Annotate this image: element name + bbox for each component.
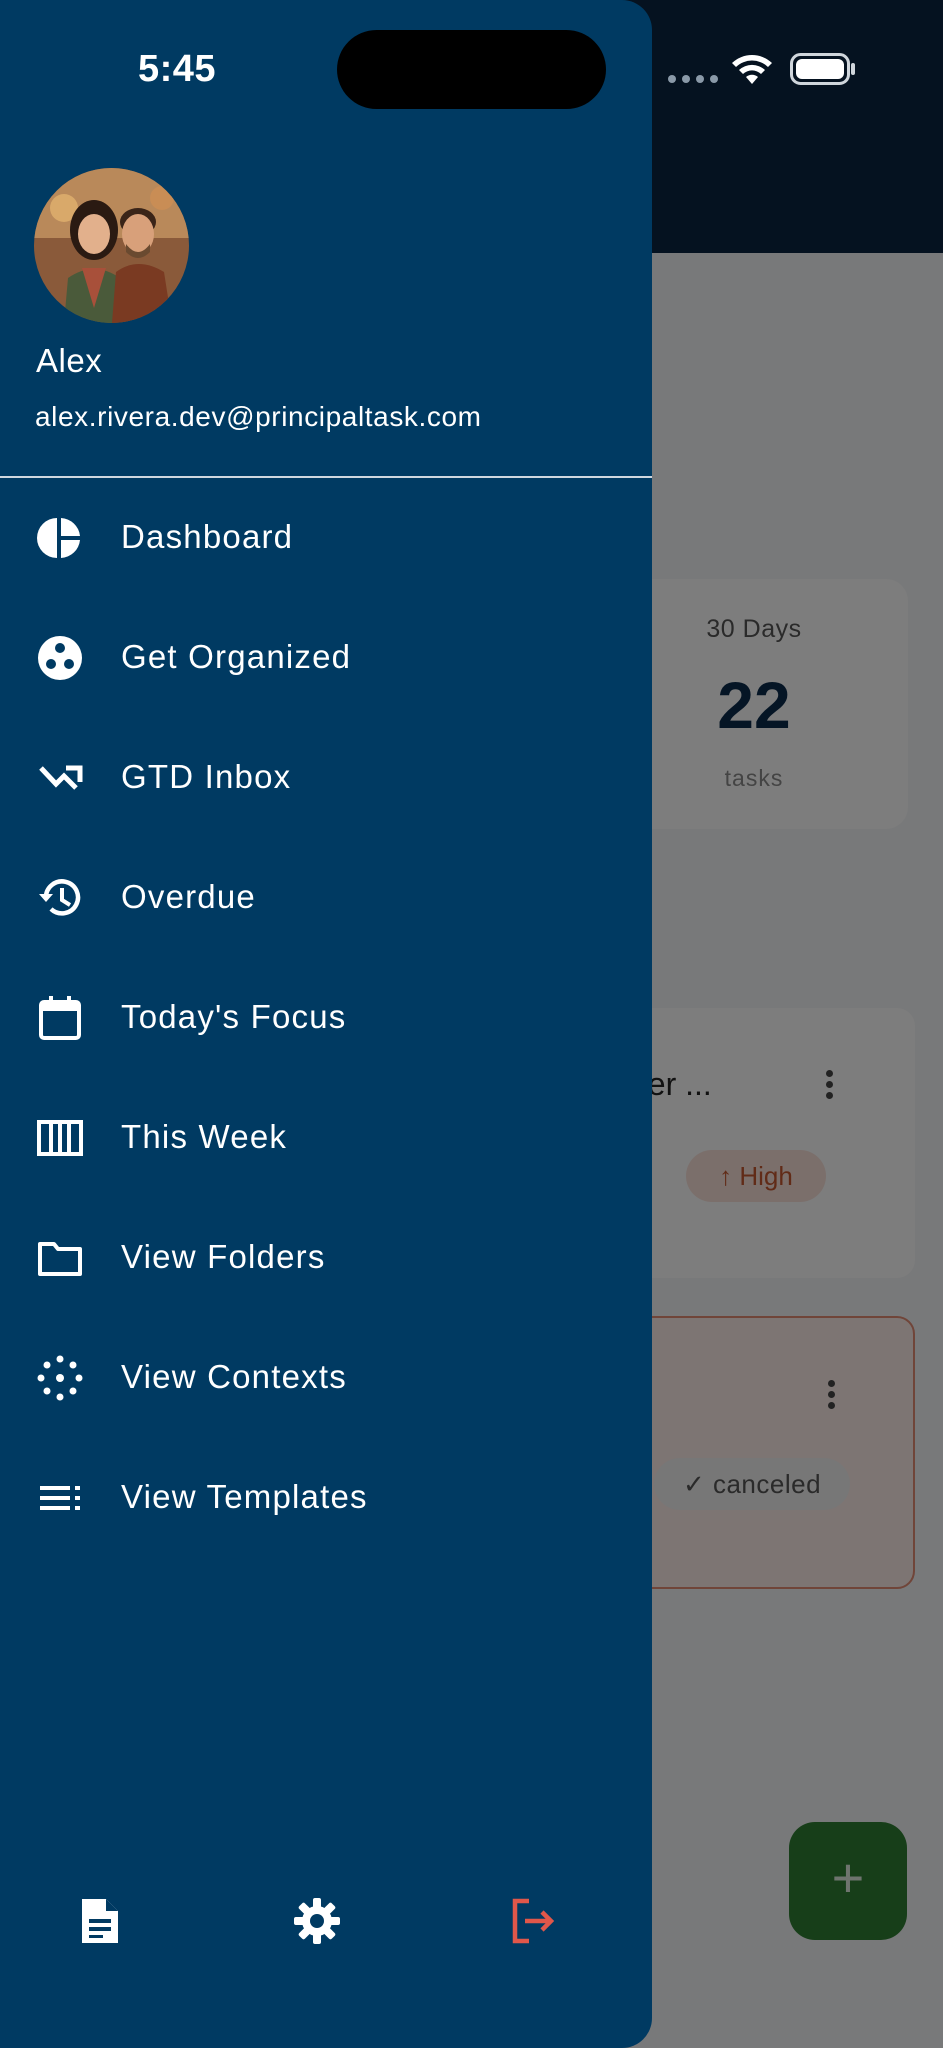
contexts-icon — [37, 1355, 83, 1401]
avatar[interactable] — [34, 168, 189, 323]
menu-item-view-contexts[interactable]: View Contexts — [0, 1330, 652, 1426]
menu-item-view-folders[interactable]: View Folders — [0, 1210, 652, 1306]
menu-item-overdue[interactable]: Overdue — [0, 850, 652, 946]
document-icon[interactable] — [74, 1895, 126, 1947]
menu-label: GTD Inbox — [121, 758, 292, 795]
menu-item-dashboard[interactable]: Dashboard — [0, 490, 652, 586]
menu-label: This Week — [121, 1118, 288, 1155]
signal-icon — [668, 75, 718, 83]
inbox-arrow-icon — [39, 765, 83, 790]
menu-label: View Folders — [121, 1238, 326, 1275]
divider — [0, 476, 652, 478]
menu-label: Dashboard — [121, 518, 294, 555]
dynamic-island — [337, 30, 606, 109]
menu-item-todays-focus[interactable]: Today's Focus — [0, 970, 652, 1066]
logout-icon[interactable] — [507, 1895, 559, 1947]
status-time: 5:45 — [138, 48, 217, 90]
user-email: alex.rivera.dev@principaltask.com — [35, 401, 482, 432]
folder-icon — [38, 1242, 82, 1276]
navigation-drawer: 5:45 Alex alex.rivera.dev@principaltask.… — [0, 0, 652, 2048]
organize-icon — [38, 636, 82, 680]
menu-label: Today's Focus — [121, 998, 347, 1035]
history-icon — [39, 879, 81, 916]
menu-label: View Templates — [121, 1478, 368, 1515]
user-name: Alex — [36, 342, 103, 379]
templates-icon — [40, 1486, 80, 1510]
menu-label: Get Organized — [121, 638, 352, 675]
menu-item-gtd-inbox[interactable]: GTD Inbox — [0, 730, 652, 826]
battery-icon — [790, 53, 855, 85]
calendar-icon — [39, 996, 81, 1040]
week-columns-icon — [37, 1120, 83, 1156]
menu-item-view-templates[interactable]: View Templates — [0, 1450, 652, 1546]
gear-icon[interactable] — [291, 1895, 343, 1947]
pie-chart-icon — [37, 518, 80, 558]
menu-label: View Contexts — [121, 1358, 347, 1395]
wifi-icon — [732, 55, 772, 84]
menu-item-this-week[interactable]: This Week — [0, 1090, 652, 1186]
menu-label: Overdue — [121, 878, 256, 915]
menu-item-get-organized[interactable]: Get Organized — [0, 610, 652, 706]
